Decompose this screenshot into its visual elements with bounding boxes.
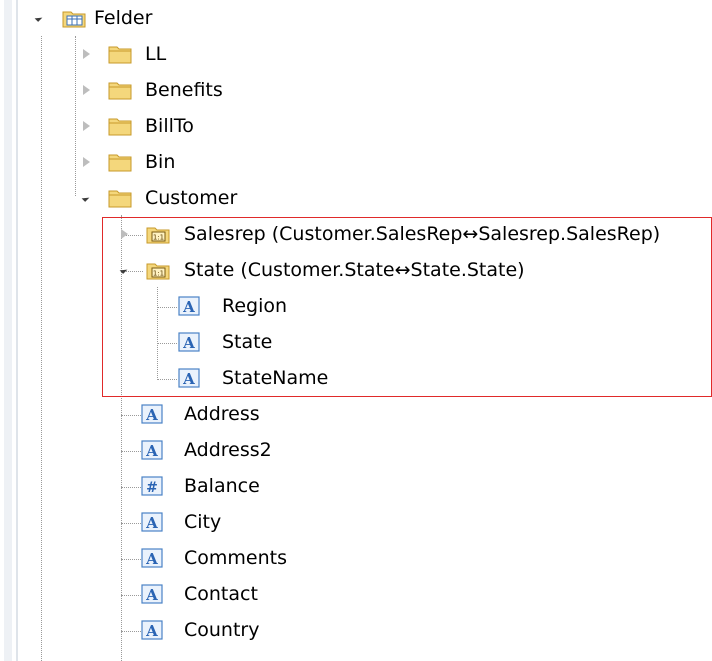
expand-toggle[interactable] xyxy=(80,120,92,132)
tree-node-label: Address xyxy=(184,403,260,425)
tree-node-label: City xyxy=(184,511,222,533)
folder-icon xyxy=(108,46,132,64)
folder-icon xyxy=(108,118,132,136)
folder-icon xyxy=(108,154,132,172)
tree-node-field[interactable]: A Region xyxy=(0,288,712,324)
tree-node-folder[interactable]: BillTo xyxy=(0,108,712,144)
expand-toggle[interactable] xyxy=(80,48,92,60)
tree-node-field[interactable]: A Country xyxy=(0,612,712,648)
text-field-icon: A xyxy=(141,440,163,460)
text-field-icon: A xyxy=(178,332,200,352)
tree-node-label: Country xyxy=(184,619,260,641)
tree-node-label: BillTo xyxy=(145,115,194,137)
svg-text:A: A xyxy=(145,514,158,532)
tree-node-field[interactable]: A Address2 xyxy=(0,432,712,468)
tree-node-relation-state[interactable]: 1:1 State (Customer.State↔State.State) xyxy=(0,252,712,288)
svg-text:A: A xyxy=(145,622,158,640)
text-field-icon: A xyxy=(141,584,163,604)
text-field-icon: A xyxy=(178,368,200,388)
tree-node-folder[interactable]: Benefits xyxy=(0,72,712,108)
tree-node-field[interactable]: A Comments xyxy=(0,540,712,576)
tree-node-folder[interactable]: LL xyxy=(0,36,712,72)
tree-node-field[interactable]: A StateName xyxy=(0,360,712,396)
tree-node-field[interactable]: A City xyxy=(0,504,712,540)
folder-icon xyxy=(108,82,132,100)
svg-text:A: A xyxy=(145,586,158,604)
svg-text:A: A xyxy=(145,442,158,460)
text-field-icon: A xyxy=(141,404,163,424)
numeric-field-icon: # xyxy=(141,476,163,496)
tree-node-folder[interactable]: Bin xyxy=(0,144,712,180)
tree-node-label: StateName xyxy=(222,367,329,389)
text-field-icon: A xyxy=(141,620,163,640)
text-field-icon: A xyxy=(141,548,163,568)
field-tree: Felder LL Benefits BillTo Bin Customer 1… xyxy=(0,0,712,661)
folder-open-icon xyxy=(108,190,132,208)
expand-toggle-felder[interactable] xyxy=(33,12,45,24)
svg-text:A: A xyxy=(145,406,158,424)
expand-toggle[interactable] xyxy=(118,228,130,240)
tree-node-field[interactable]: A State xyxy=(0,324,712,360)
tree-node-folder-customer[interactable]: Customer xyxy=(0,180,712,216)
svg-text:A: A xyxy=(182,334,195,352)
tree-node-label: State xyxy=(222,331,273,353)
expand-toggle[interactable] xyxy=(80,156,92,168)
svg-text:1:1: 1:1 xyxy=(153,234,164,242)
expand-toggle[interactable] xyxy=(80,84,92,96)
tree-node-field[interactable]: A Address xyxy=(0,396,712,432)
tree-node-field[interactable]: A Contact xyxy=(0,576,712,612)
tree-node-label: Bin xyxy=(145,151,176,173)
tree-node-label: Region xyxy=(222,295,288,317)
tree-node-felder[interactable]: Felder xyxy=(0,0,712,36)
tree-node-label: Salesrep (Customer.SalesRep↔Salesrep.Sal… xyxy=(184,223,661,245)
svg-text:A: A xyxy=(182,370,195,388)
tree-node-relation-salesrep[interactable]: 1:1 Salesrep (Customer.SalesRep↔Salesrep… xyxy=(0,216,712,252)
tree-node-field[interactable]: # Balance xyxy=(0,468,712,504)
relation-table-icon: 1:1 xyxy=(146,227,170,244)
tree-node-label: Comments xyxy=(184,547,287,569)
tree-node-label: Customer xyxy=(145,187,238,209)
svg-text:#: # xyxy=(146,480,158,496)
table-folder-icon xyxy=(62,11,86,28)
expand-toggle-customer[interactable] xyxy=(80,192,92,204)
tree-node-label: Address2 xyxy=(184,439,272,461)
relation-table-icon: 1:1 xyxy=(146,263,170,280)
tree-node-label: Benefits xyxy=(145,79,223,101)
tree-node-label: LL xyxy=(145,43,167,65)
tree-node-label: State (Customer.State↔State.State) xyxy=(184,259,525,281)
svg-text:A: A xyxy=(182,298,195,316)
expand-toggle[interactable] xyxy=(118,264,130,276)
text-field-icon: A xyxy=(141,512,163,532)
text-field-icon: A xyxy=(178,296,200,316)
svg-text:1:1: 1:1 xyxy=(153,270,164,278)
tree-node-label: Contact xyxy=(184,583,258,605)
tree-node-label: Balance xyxy=(184,475,260,497)
tree-node-label: Felder xyxy=(94,7,153,29)
svg-text:A: A xyxy=(145,550,158,568)
